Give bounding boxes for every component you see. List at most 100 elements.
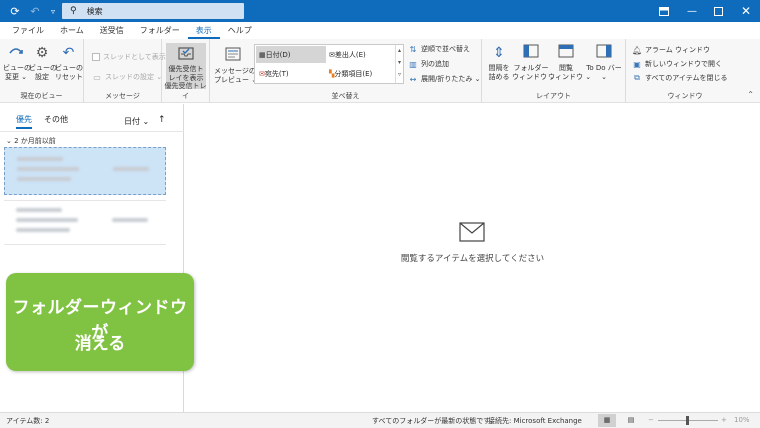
reading-pane-icon xyxy=(557,44,575,62)
reading-pane: 閲覧するアイテムを選択してください xyxy=(185,104,760,412)
tab-home[interactable]: ホーム xyxy=(52,22,92,39)
todo-bar-icon xyxy=(595,44,613,62)
group-current-view: ビューの 変更 ⌄ ⚙ ビューの 設定 ↶ ビューの リセット 現在のビュー xyxy=(0,39,84,103)
item-count: アイテム数: 2 xyxy=(6,417,50,425)
envelope-icon xyxy=(459,222,485,242)
menu-tabs: ファイル ホーム 送受信 フォルダー 表示 ヘルプ xyxy=(0,22,760,39)
tab-send-receive[interactable]: 送受信 xyxy=(92,22,132,39)
tab-other[interactable]: その他 xyxy=(44,114,68,129)
zoom-in-icon[interactable]: + xyxy=(721,416,727,424)
tab-help[interactable]: ヘルプ xyxy=(220,22,260,39)
expand-collapse-button[interactable]: ↔ 展開/折りたたみ ⌄ xyxy=(408,74,481,84)
blurred-sender xyxy=(16,208,62,212)
empty-reading-pane-text: 閲覧するアイテムを選択してください xyxy=(400,254,545,264)
reset-view-button[interactable]: ↶ ビューの リセット xyxy=(55,44,83,82)
group-label: ウィンドウ xyxy=(667,92,703,100)
blurred-date xyxy=(113,167,149,171)
message-preview-button[interactable]: メッセージの プレビュー ⌄ xyxy=(214,47,257,85)
collapse-arrow-icon: ⌄ xyxy=(6,137,12,145)
blurred-subject xyxy=(17,167,79,171)
reading-view-icon[interactable]: ▤ xyxy=(624,414,638,427)
close-all-icon: ⧉ xyxy=(634,73,640,82)
todo-bar-button[interactable]: To Do バー ⌄ xyxy=(584,44,624,82)
arrange-by-category[interactable]: ▚ 分類項目(E) xyxy=(329,65,395,82)
status-bar: アイテム数: 2 すべてのフォルダーが最新の状態です。 接続先: Microso… xyxy=(0,412,760,428)
group-messages: スレッドとして表示 ▭ スレッドの設定 ⌄ メッセージ xyxy=(84,39,166,103)
minimize-icon[interactable]: — xyxy=(678,0,706,22)
blurred-date xyxy=(112,218,148,222)
normal-view-icon[interactable]: ▦ xyxy=(598,414,616,427)
close-all-items-button[interactable]: ⧉ すべてのアイテムを閉じる xyxy=(632,73,727,83)
sort-by-button[interactable]: 日付 ⌄ xyxy=(124,116,149,127)
arrangement-gallery: ▦ 日付(D) ✉ 宛先(T) ✉ 差出人(E) ▚ 分類項目(E) ▴ ▾ ▿ xyxy=(254,44,404,84)
group-label: レイアウト xyxy=(536,92,571,100)
list-item[interactable] xyxy=(4,202,166,244)
gallery-scroll[interactable]: ▴ ▾ ▿ xyxy=(395,45,403,83)
group-window: 🔔︎ アラーム ウィンドウ ▣ 新しいウィンドウで開く ⧉ すべてのアイテムを閉… xyxy=(626,39,744,103)
blurred-preview xyxy=(17,177,71,181)
conversation-settings-icon: ▭ xyxy=(93,72,101,82)
close-icon[interactable]: ✕ xyxy=(732,0,760,22)
calendar-icon: ▦ xyxy=(259,50,266,59)
tab-view[interactable]: 表示 xyxy=(187,22,220,39)
spacing-button[interactable]: ⇕ 間隔を 詰める xyxy=(484,44,514,82)
sort-arrows-icon: ⇅ xyxy=(409,44,417,54)
inbox-icon xyxy=(177,45,195,63)
blurred-preview xyxy=(16,228,70,232)
tab-file[interactable]: ファイル xyxy=(4,22,52,39)
connection-status: 接続先: Microsoft Exchange xyxy=(488,417,582,425)
view-settings-button[interactable]: ⚙ ビューの 設定 xyxy=(29,44,57,82)
callout-line-2: 消える xyxy=(74,334,126,354)
maximize-icon[interactable] xyxy=(704,0,732,22)
arrange-by-from[interactable]: ✉ 差出人(E) xyxy=(329,46,395,63)
change-view-icon xyxy=(7,44,25,62)
ribbon: ビューの 変更 ⌄ ⚙ ビューの 設定 ↶ ビューの リセット 現在のビュー ス… xyxy=(0,39,760,103)
tab-folder[interactable]: フォルダー xyxy=(132,22,188,39)
search-box[interactable]: ⚲ 検索 xyxy=(62,3,244,19)
sync-status: すべてのフォルダーが最新の状態です。 xyxy=(372,417,497,425)
sync-icon[interactable]: ⟳ xyxy=(6,0,24,22)
gear-icon: ⚙ xyxy=(35,45,49,61)
arrange-by-to[interactable]: ✉ 宛先(T) xyxy=(256,65,326,82)
divider xyxy=(4,244,166,245)
divider xyxy=(4,200,166,201)
inbox-tabs: 優先 その他 xyxy=(16,114,68,129)
reminders-window-button[interactable]: 🔔︎ アラーム ウィンドウ xyxy=(632,45,710,55)
group-label: 優先受信トレイ xyxy=(164,82,207,100)
tab-focused[interactable]: 優先 xyxy=(16,114,32,129)
group-layout: ⇕ 間隔を 詰める フォルダー ウィンドウ ⌄ 閲覧 ウィンドウ ⌄ To Do… xyxy=(482,39,626,103)
search-icon: ⚲ xyxy=(70,6,77,16)
checkbox-icon xyxy=(92,53,100,61)
divider xyxy=(0,131,184,132)
list-item[interactable] xyxy=(4,147,166,195)
group-header[interactable]: ⌄ 2 か月前以前 xyxy=(6,136,56,146)
collapse-ribbon-icon[interactable]: ⌃ xyxy=(747,90,754,99)
reading-pane-button[interactable]: 閲覧 ウィンドウ ⌄ xyxy=(548,44,591,82)
sort-direction-button[interactable]: ↑ xyxy=(158,115,166,125)
ribbon-display-icon[interactable] xyxy=(650,0,678,22)
group-arrangement: メッセージの プレビュー ⌄ ▦ 日付(D) ✉ 宛先(T) ✉ 差出人(E) … xyxy=(210,39,482,103)
columns-icon: ▥ xyxy=(409,59,417,69)
arrange-by-date[interactable]: ▦ 日付(D) xyxy=(256,46,326,63)
show-as-conversations-checkbox[interactable]: スレッドとして表示 xyxy=(92,52,166,62)
search-placeholder: 検索 xyxy=(86,6,103,16)
add-columns-button[interactable]: ▥ 列の追加 xyxy=(408,59,449,69)
undo-icon[interactable]: ↶ xyxy=(26,0,44,22)
group-label: 現在のビュー xyxy=(20,92,63,100)
annotation-callout: フォルダーウィンドウが 消える xyxy=(6,273,194,371)
folder-pane-icon xyxy=(522,44,540,62)
zoom-slider-thumb[interactable] xyxy=(686,416,689,425)
folder-pane-button[interactable]: フォルダー ウィンドウ ⌄ xyxy=(512,44,555,82)
group-focused-inbox: 優先受信ト レイを表示 優先受信トレイ xyxy=(162,39,210,103)
message-preview-icon xyxy=(224,47,242,65)
group-label: メッセージ xyxy=(105,92,140,100)
quick-access-menu-icon[interactable]: ▿ xyxy=(44,0,62,22)
spacing-icon: ⇕ xyxy=(493,45,505,61)
change-view-button[interactable]: ビューの 変更 ⌄ xyxy=(3,44,31,82)
open-new-window-button[interactable]: ▣ 新しいウィンドウで開く xyxy=(632,59,722,69)
undo-arrow-icon: ↶ xyxy=(62,45,75,61)
zoom-level: 10% xyxy=(734,416,750,424)
conversation-settings-button[interactable]: ▭ スレッドの設定 ⌄ xyxy=(92,72,162,82)
reverse-sort-button[interactable]: ⇅ 逆順で並べ替え xyxy=(408,44,470,54)
zoom-out-icon[interactable]: − xyxy=(648,416,654,424)
